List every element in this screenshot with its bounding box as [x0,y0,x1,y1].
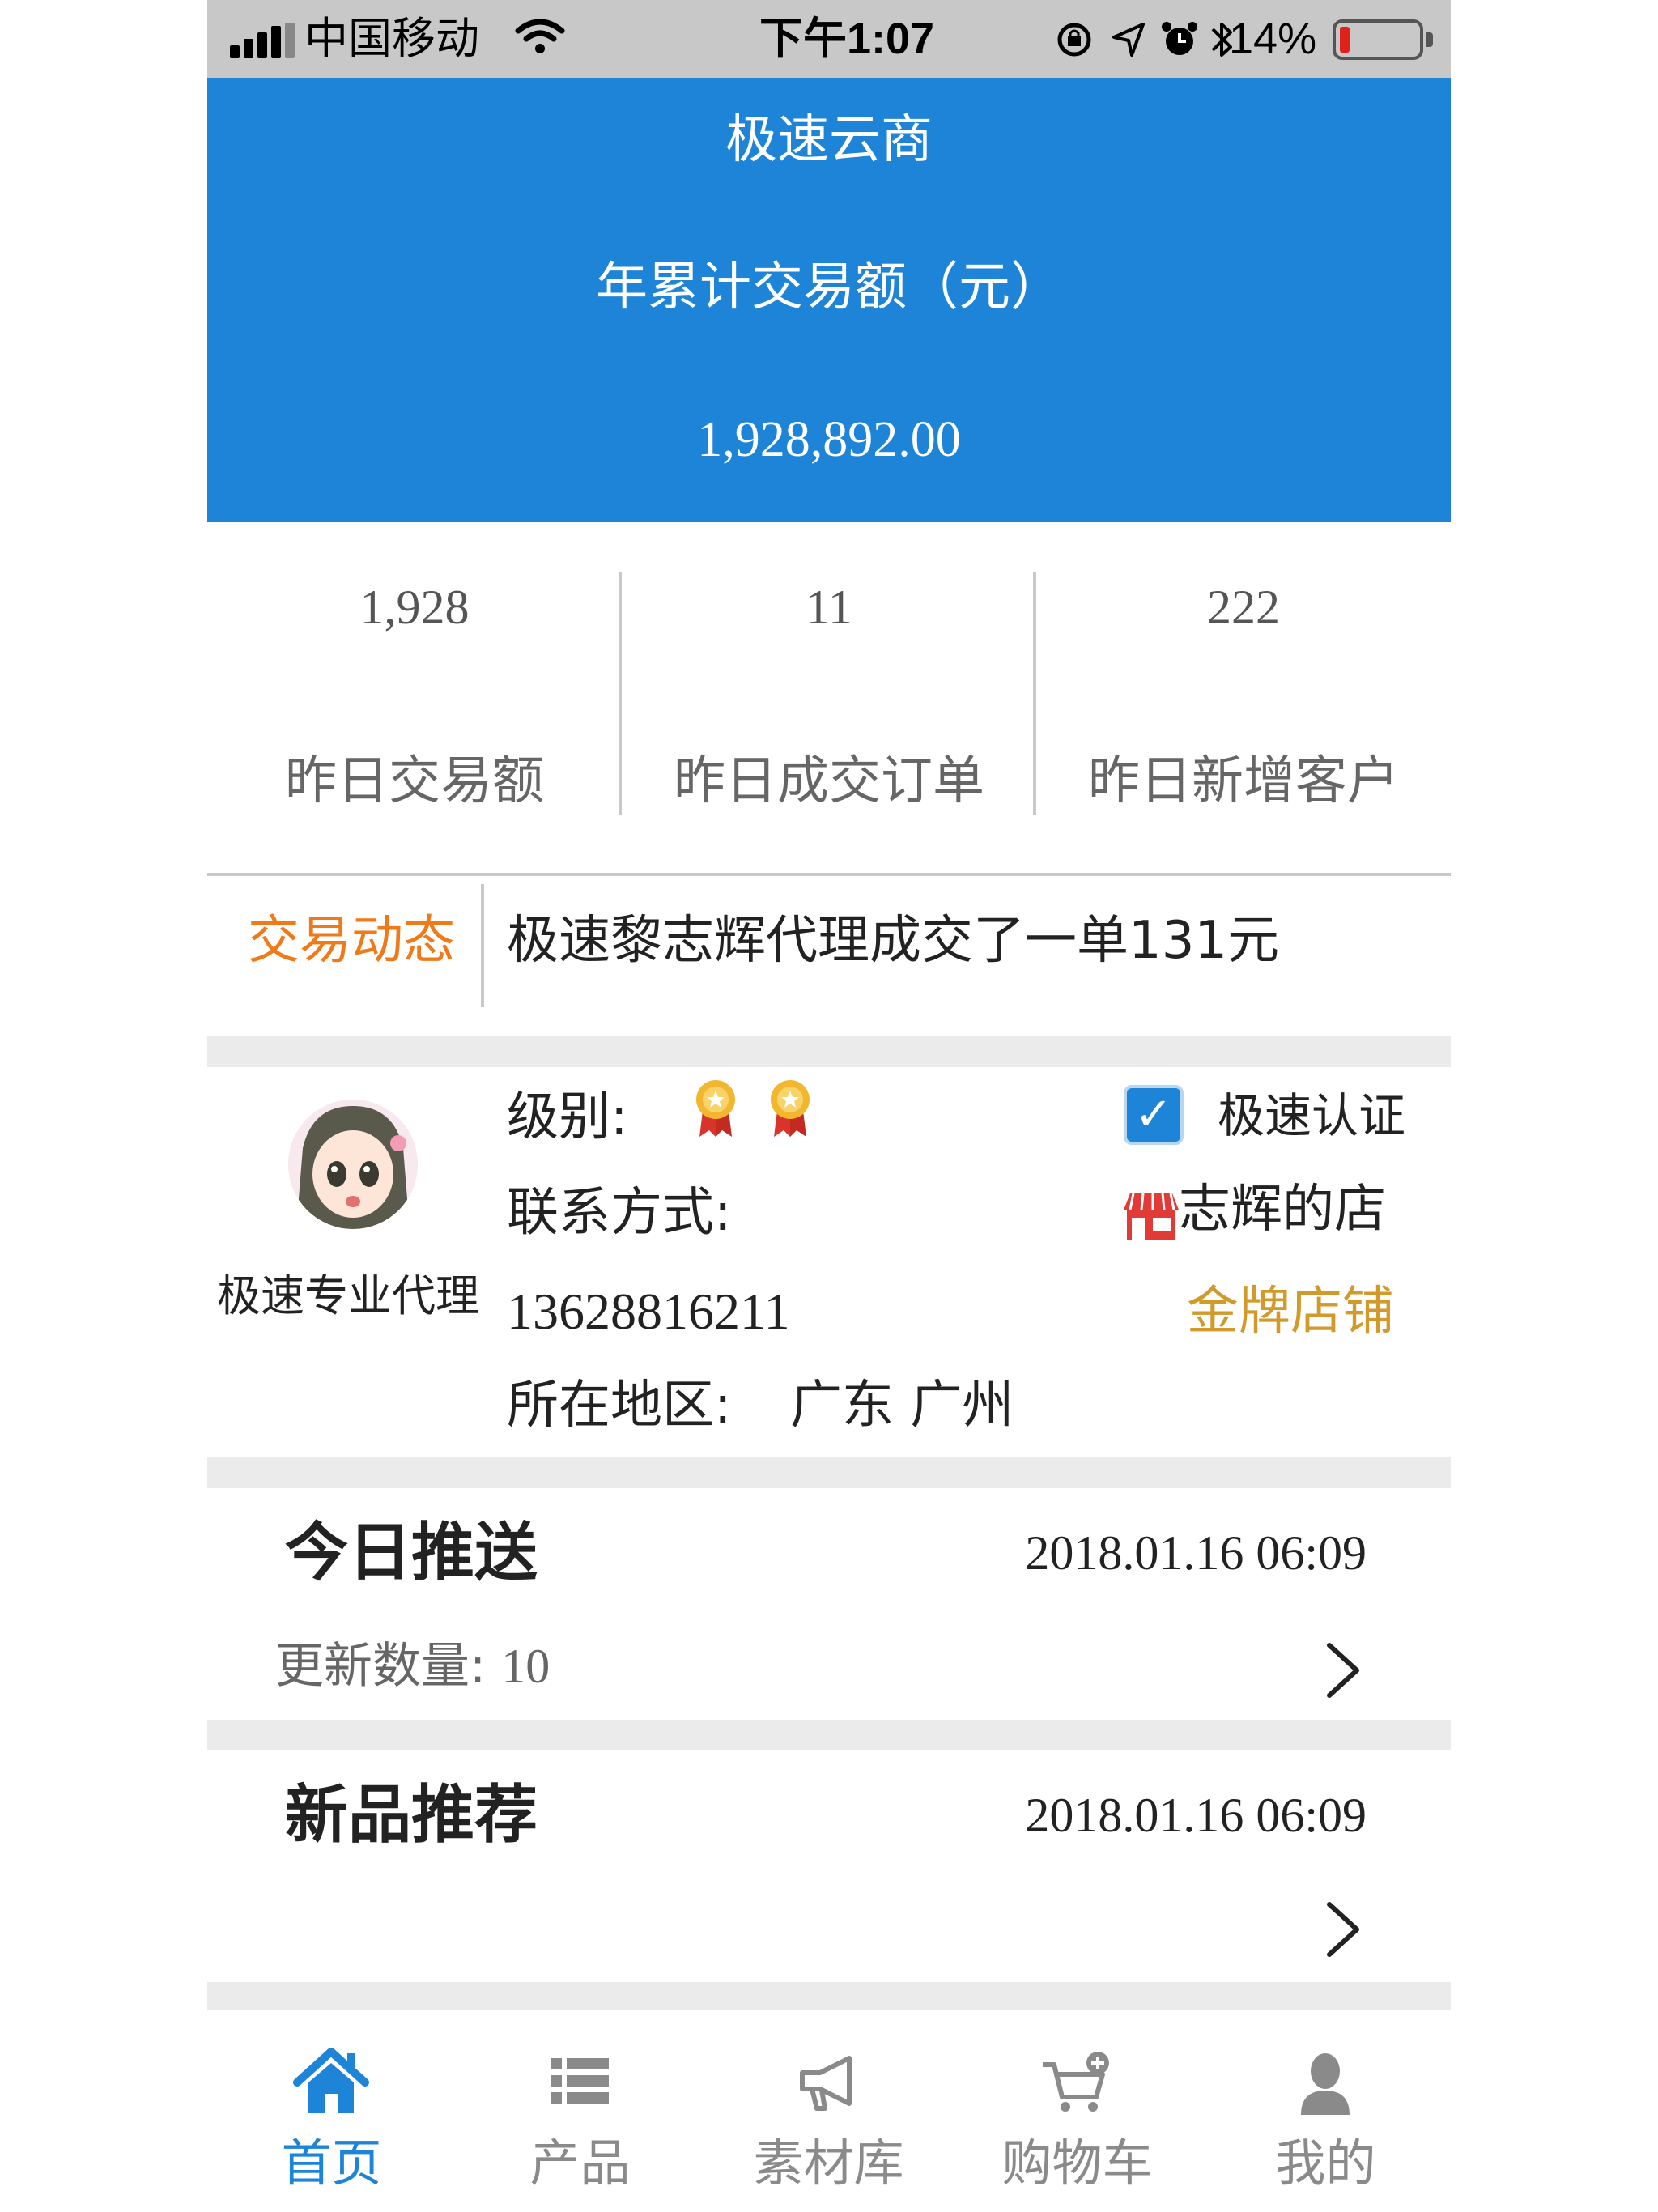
bottom-tab-bar: 首页 产品 素材库 购物车 我的 [207,2010,1451,2212]
stat-yesterday-orders[interactable]: 11 昨日成交订单 [622,522,1036,875]
stat-value: 11 [806,581,852,634]
stat-label: 昨日交易额 [285,751,544,811]
tab-label: 我的 [1275,2133,1376,2193]
medal-icon [771,1080,810,1137]
ticker-label: 交易动态 [248,911,455,971]
app-title: 极速云商 [725,110,933,170]
update-count-value: 10 [501,1640,551,1693]
stat-yesterday-amount[interactable]: 1,928 昨日交易额 [207,522,622,875]
status-bar: 中国移动 下午1:07 14% [207,0,1451,78]
tab-mine[interactable]: 我的 [1201,2010,1450,2212]
tab-products[interactable]: 产品 [456,2010,704,2212]
stat-value: 222 [1207,581,1280,634]
app-screen: 中国移动 下午1:07 14% 极速云商 年累计交易额（元） 1,928,892… [207,0,1451,2212]
divider [481,884,484,1007]
home-icon [293,2048,369,2113]
megaphone-icon [800,2056,852,2111]
phone-number[interactable]: 13628816211 [507,1279,790,1344]
trade-ticker[interactable]: 交易动态 极速黎志辉代理成交了一单131元 [207,876,1451,1036]
section-gap [207,1457,1451,1488]
shop-name[interactable]: 志辉的店 [1179,1177,1386,1242]
shop-icon [1124,1193,1179,1240]
daily-stats: 1,928 昨日交易额 11 昨日成交订单 222 昨日新增客户 [207,522,1451,875]
section-gap [207,1982,1451,2010]
tab-materials[interactable]: 素材库 [704,2010,953,2212]
update-count: 更新数量: 10 [275,1634,550,1699]
clock: 下午1:07 [759,15,935,63]
tab-label: 产品 [529,2133,631,2193]
battery-percent: 14% [1229,15,1317,63]
agent-profile: 极速专业代理 级别: 联系方式: 13628816211 所在地区: 广东 广州… [207,1067,1451,1457]
tab-label: 素材库 [753,2133,904,2193]
today-push-card[interactable]: 今日推送 2018.01.16 06:09 更新数量: 10 [207,1488,1451,1720]
stat-label: 昨日新增客户 [1088,751,1399,811]
shop-tier-badge: 金牌店铺 [1187,1282,1394,1342]
orientation-lock-icon [1057,23,1091,57]
alarm-icon [1162,22,1197,55]
tab-cart[interactable]: 购物车 [953,2010,1201,2212]
card-title: 新品推荐 [285,1779,538,1852]
annual-total-value: 1,928,892.00 [697,412,961,467]
certified-label: 极速认证 [1218,1088,1406,1143]
user-icon [1301,2053,1350,2115]
list-icon [551,2058,609,2104]
carrier-name: 中国移动 [304,15,479,63]
level-label: 级别: [507,1087,628,1147]
tab-home[interactable]: 首页 [207,2010,456,2212]
card-title: 今日推送 [285,1516,538,1589]
ticker-message: 极速黎志辉代理成交了一单131元 [507,911,1280,971]
section-gap [207,1720,1451,1750]
certified-check-icon: ✓ [1124,1085,1184,1145]
new-products-card[interactable]: 新品推荐 2018.01.16 06:09 [207,1750,1451,1982]
contact-label: 联系方式: [507,1183,732,1243]
tab-label: 首页 [281,2133,382,2193]
update-count-label: 更新数量: [275,1638,487,1695]
annual-total-label: 年累计交易额（元） [596,257,1062,317]
location-icon [1112,23,1145,57]
section-gap [207,1036,1451,1067]
chevron-right-icon[interactable] [1324,1642,1362,1699]
stat-label: 昨日成交订单 [674,751,984,811]
card-timestamp: 2018.01.16 06:09 [1025,1526,1367,1580]
battery-icon [1333,19,1423,60]
stat-value: 1,928 [359,581,470,634]
agent-title: 极速专业代理 [217,1270,479,1321]
wifi-icon [515,19,565,53]
stat-yesterday-customers[interactable]: 222 昨日新增客户 [1036,522,1451,875]
chevron-right-icon[interactable] [1324,1901,1362,1958]
medal-icon [696,1080,735,1137]
cart-icon [1043,2052,1109,2112]
tab-label: 购物车 [1001,2133,1153,2193]
region-value: 广东 广州 [790,1376,1014,1436]
avatar[interactable] [288,1100,418,1229]
summary-banner: 极速云商 年累计交易额（元） 1,928,892.00 [207,78,1451,522]
region-label: 所在地区: [507,1376,732,1436]
avatar-image [288,1100,418,1229]
card-timestamp: 2018.01.16 06:09 [1025,1789,1367,1842]
